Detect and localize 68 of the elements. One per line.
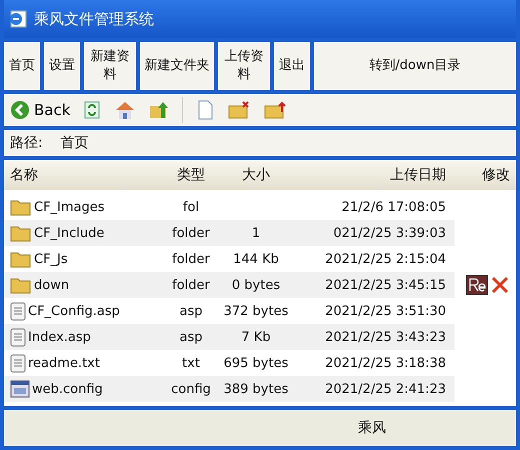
column-header: 大小 (241, 166, 271, 184)
file-name[interactable]: CF_Config.asp (28, 304, 120, 318)
folder-upload-icon[interactable] (263, 100, 288, 120)
nav-button[interactable]: 新建资料 (84, 42, 136, 90)
nav-button[interactable]: 转到/down目录 (314, 42, 516, 90)
file-name[interactable]: CF_Js (34, 252, 68, 266)
file-row[interactable]: CF_Js folder 144 Kb 2021/2/25 2:15:04 (4, 246, 516, 272)
folder-icon (10, 250, 32, 268)
table-cell-text: 695 bytes (222, 356, 290, 370)
table-cell-text: config (170, 382, 212, 396)
file-row[interactable]: CF_Images fol 21/2/6 17:08:05 (4, 194, 516, 220)
table-cell-text: fol (182, 200, 200, 214)
new-folder-icon[interactable] (227, 100, 252, 120)
file-name[interactable]: Index.asp (28, 330, 91, 344)
table-cell-text: 2021/2/25 3:51:30 (324, 304, 446, 318)
table-cell-text: 021/2/25 3:39:03 (332, 226, 446, 240)
window-title: 乘风文件管理系统 (34, 10, 154, 28)
column-header: 上传日期 (389, 166, 446, 184)
back-button[interactable]: Back (10, 100, 70, 120)
path-value: 首页 (60, 134, 89, 152)
folder-icon (10, 276, 32, 294)
refresh-icon[interactable] (82, 100, 102, 120)
file-row[interactable]: CF_Config.asp asp 372 bytes 2021/2/25 3:51:30 (4, 298, 516, 324)
table-cell-text: folder (171, 278, 211, 292)
file-name[interactable]: down (34, 278, 70, 292)
table-cell-text: folder (171, 226, 211, 240)
file-row[interactable]: readme.txt txt 695 bytes 2021/2/25 3:18:38 (4, 350, 516, 376)
nav-button[interactable]: 上传资料 (218, 42, 270, 90)
window-icon (10, 379, 30, 399)
table-cell-text: 1 (250, 226, 262, 240)
rename-icon[interactable] (466, 275, 488, 295)
folder-icon (10, 198, 32, 216)
file-name[interactable]: readme.txt (28, 356, 100, 370)
folder-icon (10, 224, 32, 242)
table-cell-text: 0 bytes (230, 278, 282, 292)
table-cell-text: 372 bytes (222, 304, 290, 318)
folder-up-icon[interactable] (148, 100, 170, 120)
table-cell-text: 21/2/6 17:08:05 (340, 200, 446, 214)
document-icon (10, 301, 26, 321)
nav-button[interactable]: 新建文件夹 (140, 42, 214, 90)
table-cell-text: 2021/2/25 3:43:23 (324, 330, 446, 344)
app-icon (8, 9, 28, 29)
table-cell-text: 2021/2/25 3:18:38 (324, 356, 446, 370)
column-header: 名称 (9, 166, 39, 184)
table-cell-text: 7 Kb (240, 330, 272, 344)
table-cell-text: folder (171, 252, 211, 266)
nav-button[interactable]: 设置 (44, 42, 80, 90)
file-name[interactable]: web.config (32, 382, 103, 396)
table-cell-text: 2021/2/25 2:41:23 (324, 382, 446, 396)
file-name[interactable]: CF_Images (34, 200, 105, 214)
table-cell-text: asp (178, 304, 204, 318)
column-header: 修改 (481, 166, 511, 184)
table-cell-text: 389 bytes (222, 382, 290, 396)
table-cell-text: asp (178, 330, 204, 344)
home-icon[interactable] (114, 100, 136, 120)
table-cell-text: 2021/2/25 2:15:04 (324, 252, 446, 266)
file-name[interactable]: CF_Include (34, 226, 104, 240)
table-cell-text: 144 Kb (232, 252, 280, 266)
table-cell-text: 2021/2/25 3:45:15 (324, 278, 446, 292)
path-label: 路径: (10, 134, 43, 152)
footer-text: 乘风 (358, 419, 386, 437)
nav-button[interactable]: 退出 (274, 42, 310, 90)
table-cell-text: txt (181, 356, 201, 370)
document-icon (10, 327, 26, 347)
document-icon (10, 353, 26, 373)
delete-icon[interactable] (490, 275, 510, 295)
column-header: 类型 (176, 166, 206, 184)
nav-button[interactable]: 首页 (4, 42, 40, 90)
